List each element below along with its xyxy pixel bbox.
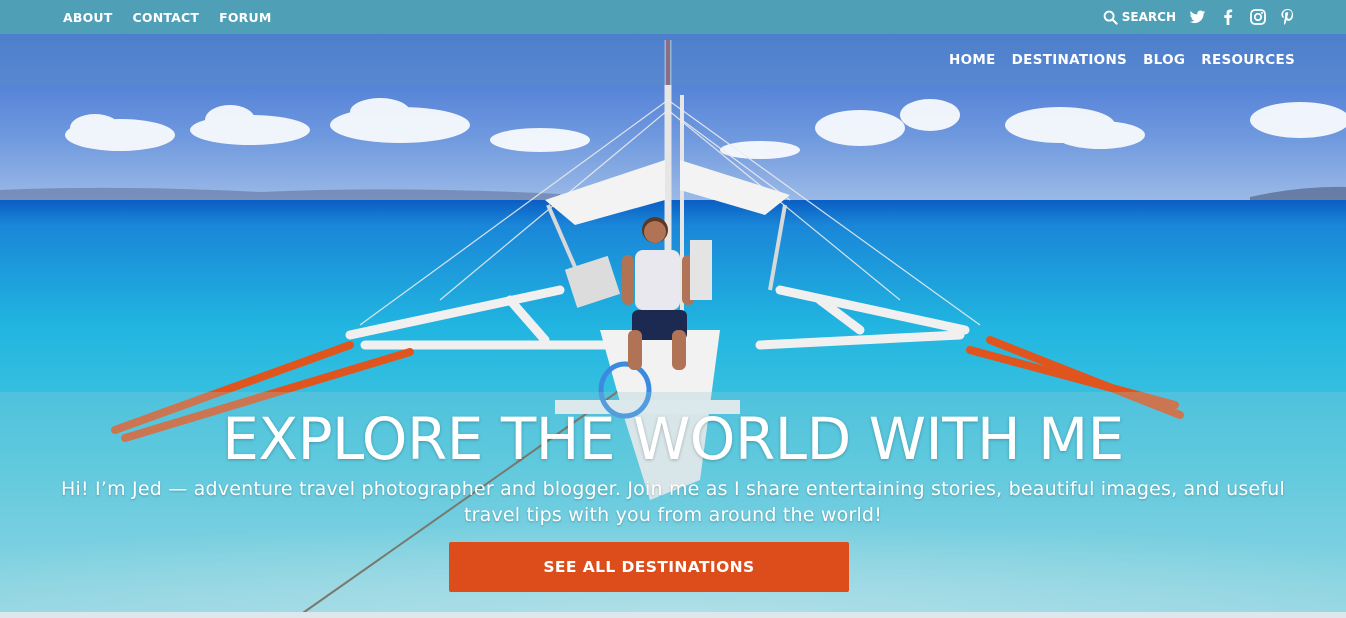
top-utility-bar: ABOUT CONTACT FORUM SEARCH xyxy=(0,0,1346,34)
about-link[interactable]: ABOUT xyxy=(63,10,113,25)
search-button[interactable]: SEARCH xyxy=(1103,10,1176,25)
main-navigation: HOME DESTINATIONS BLOG RESOURCES xyxy=(0,34,1346,85)
see-all-destinations-button[interactable]: SEE ALL DESTINATIONS xyxy=(449,542,849,592)
instagram-icon[interactable] xyxy=(1249,9,1266,26)
forum-link[interactable]: FORUM xyxy=(219,10,271,25)
nav-blog[interactable]: BLOG xyxy=(1143,52,1185,68)
utility-links: ABOUT CONTACT FORUM xyxy=(63,0,272,34)
search-icon xyxy=(1103,10,1118,25)
bottom-divider xyxy=(0,612,1346,618)
nav-destinations[interactable]: DESTINATIONS xyxy=(1012,52,1127,68)
nav-home[interactable]: HOME xyxy=(949,52,996,68)
twitter-icon[interactable] xyxy=(1189,9,1206,26)
nav-resources[interactable]: RESOURCES xyxy=(1201,52,1295,68)
search-label: SEARCH xyxy=(1121,10,1176,24)
facebook-icon[interactable] xyxy=(1219,9,1236,26)
pinterest-icon[interactable] xyxy=(1279,9,1296,26)
hero-headline: EXPLORE THE WORLD WITH ME xyxy=(222,405,1124,473)
hero-subtitle: Hi! I’m Jed — adventure travel photograp… xyxy=(61,478,1285,526)
contact-link[interactable]: CONTACT xyxy=(133,10,200,25)
utility-right: SEARCH xyxy=(1103,0,1296,34)
main-nav-items: HOME DESTINATIONS BLOG RESOURCES xyxy=(949,34,1295,85)
